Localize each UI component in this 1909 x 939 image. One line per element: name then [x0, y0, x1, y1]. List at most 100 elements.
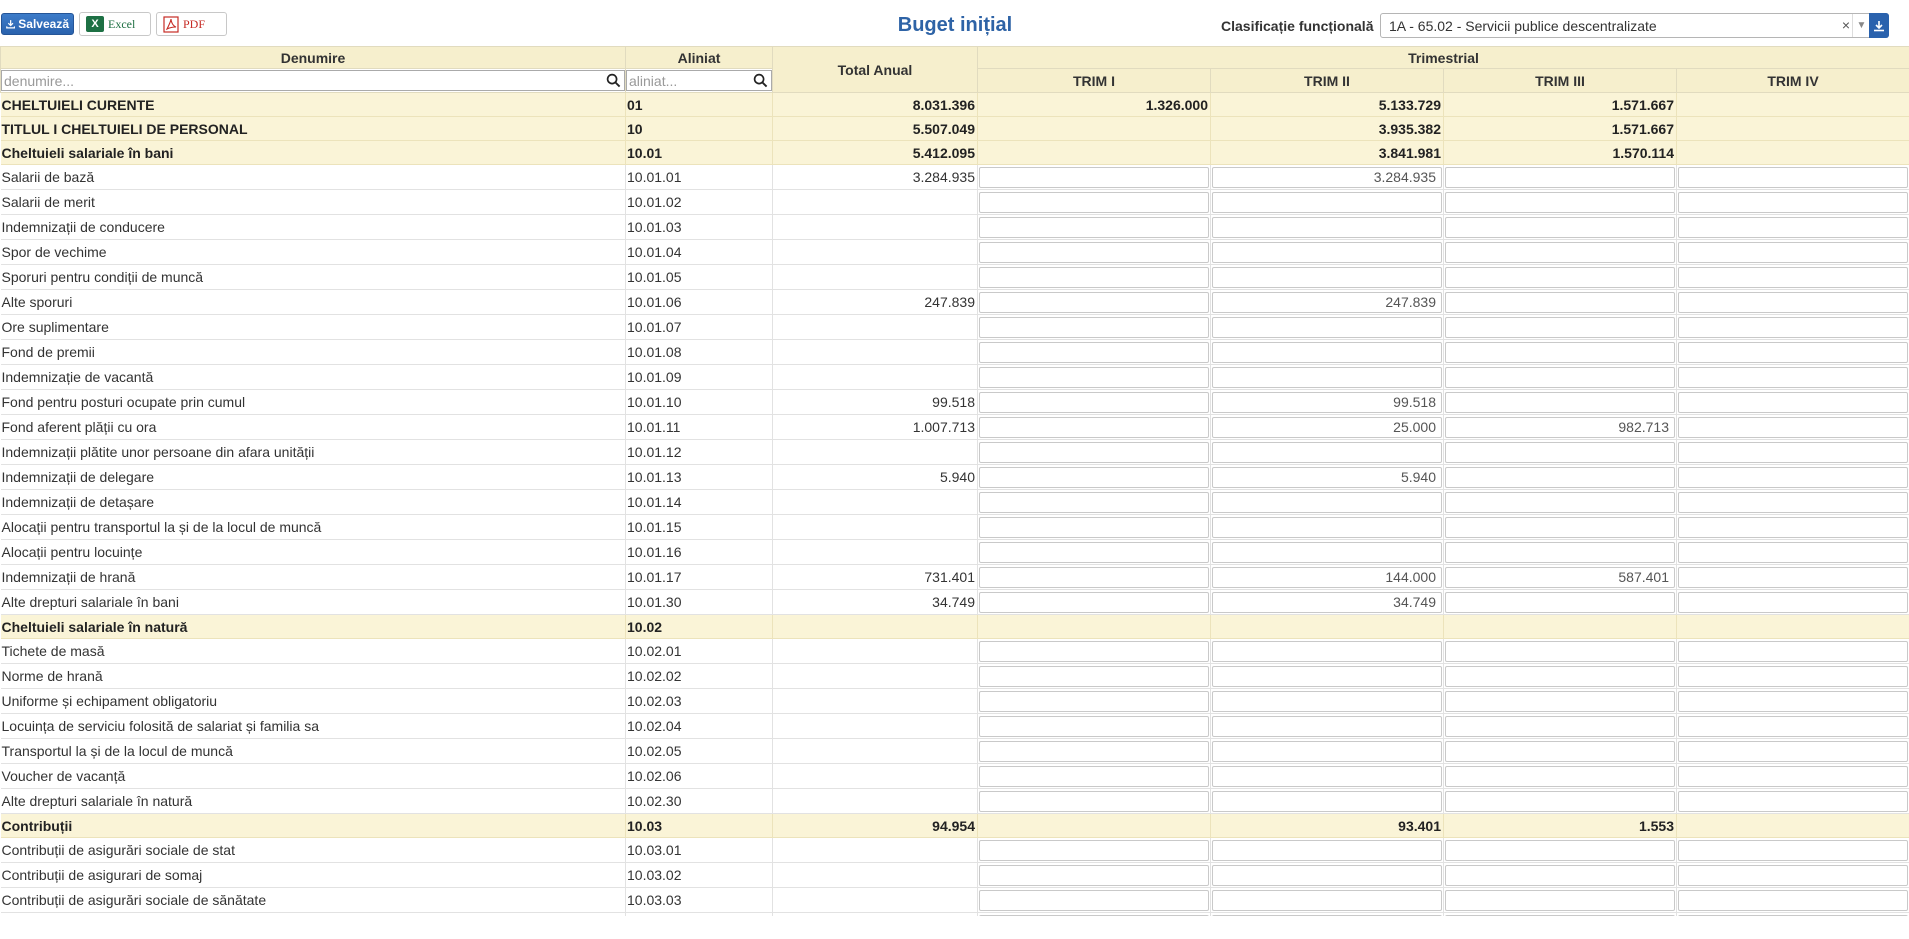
trim-3-input[interactable]: [1445, 715, 1675, 737]
trim-4-input[interactable]: [1678, 366, 1909, 388]
trim-4-input[interactable]: [1678, 541, 1909, 563]
column-header-aliniat[interactable]: Aliniat: [625, 46, 773, 69]
trim-1-input[interactable]: [979, 715, 1209, 737]
trim-2-input[interactable]: [1212, 516, 1442, 538]
trim-1-input[interactable]: [979, 516, 1209, 538]
trim-1-input[interactable]: [979, 839, 1209, 861]
trim-2-input[interactable]: [1212, 889, 1442, 911]
trim-3-input[interactable]: 982.713: [1445, 416, 1675, 438]
trim-1-input[interactable]: [979, 166, 1209, 188]
trim-2-input[interactable]: [1212, 740, 1442, 762]
export-excel-button[interactable]: X Excel: [79, 12, 151, 36]
trim-2-input[interactable]: [1212, 341, 1442, 363]
trim-2-input[interactable]: 3.284.935: [1212, 166, 1442, 188]
trim-3-input[interactable]: [1445, 914, 1675, 916]
trim-4-input[interactable]: [1678, 790, 1909, 812]
trim-2-input[interactable]: [1212, 441, 1442, 463]
trim-2-input[interactable]: [1212, 765, 1442, 787]
trim-1-input[interactable]: [979, 491, 1209, 513]
trim-3-input[interactable]: [1445, 640, 1675, 662]
trim-1-input[interactable]: [979, 316, 1209, 338]
trim-2-input[interactable]: [1212, 640, 1442, 662]
trim-1-input[interactable]: [979, 441, 1209, 463]
trim-4-input[interactable]: [1678, 715, 1909, 737]
trim-3-input[interactable]: [1445, 391, 1675, 413]
trim-2-input[interactable]: [1212, 216, 1442, 238]
trim-3-input[interactable]: [1445, 241, 1675, 263]
save-button[interactable]: Salvează: [1, 13, 74, 35]
trim-3-input[interactable]: [1445, 441, 1675, 463]
trim-4-input[interactable]: [1678, 516, 1909, 538]
trim-1-input[interactable]: [979, 266, 1209, 288]
trim-1-input[interactable]: [979, 291, 1209, 313]
trim-4-input[interactable]: [1678, 491, 1909, 513]
trim-2-input[interactable]: [1212, 491, 1442, 513]
trim-3-input[interactable]: [1445, 591, 1675, 613]
trim-3-input[interactable]: [1445, 491, 1675, 513]
trim-3-input[interactable]: [1445, 341, 1675, 363]
trim-2-input[interactable]: [1212, 665, 1442, 687]
trim-4-input[interactable]: [1678, 740, 1909, 762]
trim-4-input[interactable]: [1678, 914, 1909, 916]
trim-1-input[interactable]: [979, 765, 1209, 787]
trim-2-input[interactable]: [1212, 191, 1442, 213]
trim-1-input[interactable]: [979, 466, 1209, 488]
trim-4-input[interactable]: [1678, 690, 1909, 712]
aliniat-filter-input[interactable]: [627, 71, 771, 90]
trim-4-input[interactable]: [1678, 665, 1909, 687]
trim-3-input[interactable]: [1445, 216, 1675, 238]
denumire-filter-input[interactable]: [2, 71, 624, 90]
trim-2-input[interactable]: [1212, 241, 1442, 263]
trim-4-input[interactable]: [1678, 291, 1909, 313]
trim-2-input[interactable]: [1212, 366, 1442, 388]
trim-4-input[interactable]: [1678, 640, 1909, 662]
trim-1-input[interactable]: [979, 864, 1209, 886]
trim-2-input[interactable]: [1212, 541, 1442, 563]
trim-1-input[interactable]: [979, 591, 1209, 613]
trim-4-input[interactable]: [1678, 466, 1909, 488]
trim-4-input[interactable]: [1678, 216, 1909, 238]
trim-4-input[interactable]: [1678, 241, 1909, 263]
trim-1-input[interactable]: [979, 341, 1209, 363]
trim-4-input[interactable]: [1678, 441, 1909, 463]
trim-1-input[interactable]: [979, 366, 1209, 388]
trim-3-input[interactable]: [1445, 690, 1675, 712]
trim-1-input[interactable]: [979, 191, 1209, 213]
trim-2-input[interactable]: [1212, 690, 1442, 712]
trim-3-input[interactable]: [1445, 316, 1675, 338]
export-pdf-button[interactable]: PDF: [156, 12, 227, 36]
trim-3-input[interactable]: [1445, 765, 1675, 787]
trim-1-input[interactable]: [979, 391, 1209, 413]
trim-4-input[interactable]: [1678, 391, 1909, 413]
download-button[interactable]: [1869, 13, 1889, 38]
trim-4-input[interactable]: [1678, 416, 1909, 438]
trim-1-input[interactable]: [979, 241, 1209, 263]
trim-2-input[interactable]: 25.000: [1212, 416, 1442, 438]
trim-2-input[interactable]: [1212, 864, 1442, 886]
trim-3-input[interactable]: [1445, 839, 1675, 861]
trim-4-input[interactable]: [1678, 889, 1909, 911]
trim-3-input[interactable]: [1445, 740, 1675, 762]
trim-4-input[interactable]: [1678, 591, 1909, 613]
trim-3-input[interactable]: [1445, 889, 1675, 911]
trim-1-input[interactable]: [979, 790, 1209, 812]
trim-2-input[interactable]: [1212, 914, 1442, 916]
trim-3-input[interactable]: [1445, 541, 1675, 563]
trim-2-input[interactable]: 99.518: [1212, 391, 1442, 413]
trim-4-input[interactable]: [1678, 191, 1909, 213]
trim-4-input[interactable]: [1678, 839, 1909, 861]
trim-3-input[interactable]: [1445, 291, 1675, 313]
trim-3-input[interactable]: [1445, 790, 1675, 812]
trim-4-input[interactable]: [1678, 341, 1909, 363]
trim-2-input[interactable]: [1212, 715, 1442, 737]
trim-3-input[interactable]: [1445, 516, 1675, 538]
column-header-trim-2[interactable]: TRIM II: [1210, 68, 1444, 93]
trim-4-input[interactable]: [1678, 266, 1909, 288]
trim-1-input[interactable]: [979, 740, 1209, 762]
trim-1-input[interactable]: [979, 216, 1209, 238]
trim-3-input[interactable]: [1445, 191, 1675, 213]
clear-icon[interactable]: ×: [1842, 17, 1850, 33]
trim-4-input[interactable]: [1678, 765, 1909, 787]
column-header-trim-4[interactable]: TRIM IV: [1675, 68, 1909, 93]
column-header-trim-3[interactable]: TRIM III: [1443, 68, 1677, 93]
